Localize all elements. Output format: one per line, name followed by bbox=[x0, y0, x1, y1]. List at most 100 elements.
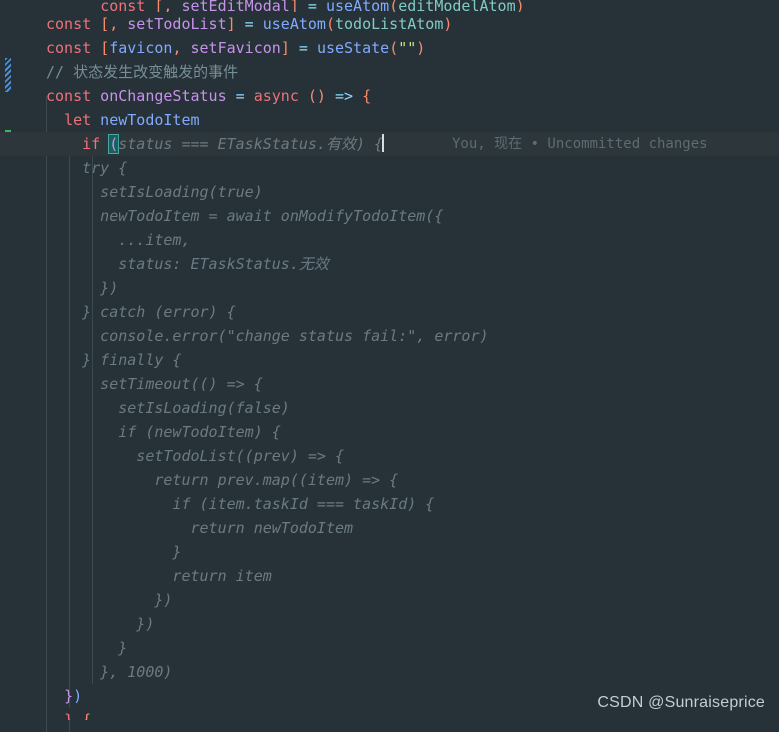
inline-suggestion-text[interactable]: return newTodoItem bbox=[46, 519, 353, 537]
code-line-ghost[interactable]: status: ETaskStatus.无效 bbox=[0, 252, 779, 276]
token-paren: ) bbox=[515, 0, 525, 12]
code-line[interactable]: const [, setEditModal] = useAtom(editMod… bbox=[0, 0, 779, 12]
token-keyword: const bbox=[46, 87, 92, 105]
token-variable: setFavicon bbox=[190, 39, 281, 57]
code-line-ghost[interactable]: setIsLoading(true) bbox=[0, 180, 779, 204]
code-line-ghost[interactable]: } finally { bbox=[0, 348, 779, 372]
inline-suggestion-text[interactable]: }) bbox=[46, 279, 118, 297]
code-content[interactable]: const [, setEditModal] = useAtom(editMod… bbox=[0, 0, 779, 732]
token-brace: } bbox=[64, 687, 74, 705]
code-line-ghost[interactable]: console.error("change status fail:", err… bbox=[0, 324, 779, 348]
code-line-current[interactable]: if (status === ETaskStatus.有效) { You, 现在 … bbox=[0, 132, 779, 156]
code-line-ghost[interactable]: return prev.map((item) => { bbox=[0, 468, 779, 492]
code-line-ghost[interactable]: } bbox=[0, 540, 779, 564]
token-brace: { bbox=[362, 87, 372, 105]
token-bracket: ] bbox=[289, 0, 299, 12]
inline-suggestion-text[interactable]: }) bbox=[46, 615, 154, 633]
code-editor[interactable]: const [, setEditModal] = useAtom(editMod… bbox=[0, 0, 779, 732]
code-line-ghost[interactable]: setIsLoading(false) bbox=[0, 396, 779, 420]
code-line-ghost[interactable]: newTodoItem = await onModifyTodoItem({ bbox=[0, 204, 779, 228]
token-paren: ( bbox=[389, 39, 399, 57]
code-line-ghost[interactable]: return newTodoItem bbox=[0, 516, 779, 540]
token-bracket: ] bbox=[226, 15, 236, 33]
token-identifier: favicon bbox=[109, 39, 173, 57]
inline-suggestion-text[interactable]: } bbox=[46, 543, 181, 561]
token-paren: () bbox=[298, 87, 326, 105]
token-function: useAtom bbox=[325, 0, 390, 12]
token-function-name: onChangeStatus bbox=[91, 87, 227, 105]
inline-suggestion-text[interactable]: } finally { bbox=[46, 351, 181, 369]
code-line-ghost[interactable]: }) bbox=[0, 588, 779, 612]
code-line-ghost[interactable]: setTimeout(() => { bbox=[0, 372, 779, 396]
inline-suggestion-text[interactable]: try { bbox=[46, 159, 127, 177]
token-bracket: [ bbox=[100, 39, 110, 57]
inline-suggestion-text[interactable]: return prev.map((item) => { bbox=[46, 471, 398, 489]
code-line[interactable]: const onChangeStatus = async () => { bbox=[0, 84, 779, 108]
code-line[interactable]: // 状态发生改变触发的事件 bbox=[0, 60, 779, 84]
inline-suggestion-text[interactable]: setTimeout(() => { bbox=[46, 375, 263, 393]
inline-suggestion-text[interactable]: return item bbox=[46, 567, 271, 585]
code-line-ghost[interactable]: } bbox=[0, 636, 779, 660]
code-line-ghost[interactable]: return item bbox=[0, 564, 779, 588]
inline-suggestion-text[interactable]: status === ETaskStatus.有效) { bbox=[118, 135, 383, 153]
token-keyword-if: if bbox=[82, 135, 101, 153]
inline-suggestion-text[interactable]: if (newTodoItem) { bbox=[46, 423, 281, 441]
code-line-ghost[interactable]: } catch (error) { bbox=[0, 300, 779, 324]
inline-suggestion-text[interactable]: }, 1000) bbox=[46, 663, 172, 681]
token-function: useState bbox=[316, 39, 390, 57]
inline-suggestion-text[interactable]: } catch (error) { bbox=[46, 303, 236, 321]
token-keyword: const bbox=[46, 15, 92, 33]
token-keyword: } bbox=[64, 711, 74, 720]
inline-suggestion-text[interactable]: console.error("change status fail:", err… bbox=[46, 327, 488, 345]
token-operator: = bbox=[289, 39, 317, 57]
code-line-ghost[interactable]: if (newTodoItem) { bbox=[0, 420, 779, 444]
inline-suggestion-text[interactable]: newTodoItem = await onModifyTodoItem({ bbox=[46, 207, 443, 225]
token-paren: ) bbox=[416, 39, 426, 57]
token-argument: editModelAtom bbox=[398, 0, 516, 12]
token-paren: ) bbox=[443, 15, 453, 33]
inline-suggestion-text[interactable]: setIsLoading(false) bbox=[46, 399, 290, 417]
inline-suggestion-text[interactable]: setTodoList((prev) => { bbox=[46, 447, 344, 465]
inline-suggestion-text[interactable]: } bbox=[46, 639, 127, 657]
token-keyword-let: let bbox=[64, 111, 92, 129]
code-line-ghost[interactable]: ...item, bbox=[0, 228, 779, 252]
code-line-ghost[interactable]: if (item.taskId === taskId) { bbox=[0, 492, 779, 516]
text-cursor bbox=[382, 134, 385, 152]
token-comma: , bbox=[172, 39, 191, 57]
watermark: CSDN @Sunraiseprice bbox=[597, 694, 765, 711]
token-operator: = bbox=[235, 15, 263, 33]
git-blame-annotation[interactable]: You, 现在 • Uncommitted changes bbox=[452, 132, 708, 156]
token-identifier: newTodoItem bbox=[91, 111, 200, 129]
inline-suggestion-text[interactable]: setIsLoading(true) bbox=[46, 183, 263, 201]
code-line-ghost[interactable]: }, 1000) bbox=[0, 660, 779, 684]
inline-suggestion-text[interactable]: }) bbox=[46, 591, 172, 609]
inline-suggestion-text[interactable]: status: ETaskStatus.无效 bbox=[46, 255, 329, 273]
inline-suggestion-text[interactable]: if (item.taskId === taskId) { bbox=[46, 495, 434, 513]
token-bracket: [, bbox=[100, 15, 119, 33]
token-variable: setTodoList bbox=[118, 15, 227, 33]
code-line[interactable]: let newTodoItem bbox=[0, 108, 779, 132]
code-line-ghost[interactable]: }) bbox=[0, 276, 779, 300]
code-line[interactable]: const [favicon, setFavicon] = useState("… bbox=[0, 36, 779, 60]
token-operator: = bbox=[226, 87, 254, 105]
bracket-match-highlight: ( bbox=[108, 134, 120, 154]
code-line[interactable]: const [, setTodoList] = useAtom(todoList… bbox=[0, 12, 779, 36]
token-bracket: ] bbox=[280, 39, 290, 57]
token-paren: ) bbox=[73, 687, 83, 705]
token-brace: { bbox=[73, 711, 92, 720]
token-function: useAtom bbox=[262, 15, 326, 33]
token-string: "" bbox=[398, 39, 417, 57]
token-keyword: const bbox=[46, 39, 92, 57]
inline-suggestion-text[interactable]: ...item, bbox=[46, 231, 190, 249]
token-paren: ( bbox=[389, 0, 399, 12]
token-keyword-async: async bbox=[253, 87, 299, 105]
code-line-ghost[interactable]: }) bbox=[0, 612, 779, 636]
code-line-ghost[interactable]: try { bbox=[0, 156, 779, 180]
code-line-ghost[interactable]: setTodoList((prev) => { bbox=[0, 444, 779, 468]
token-operator: = bbox=[298, 0, 326, 12]
token-paren: ( bbox=[325, 15, 335, 33]
token-argument: todoListAtom bbox=[335, 15, 444, 33]
token-bracket: [, bbox=[154, 0, 173, 12]
token-arrow: => bbox=[325, 87, 363, 105]
